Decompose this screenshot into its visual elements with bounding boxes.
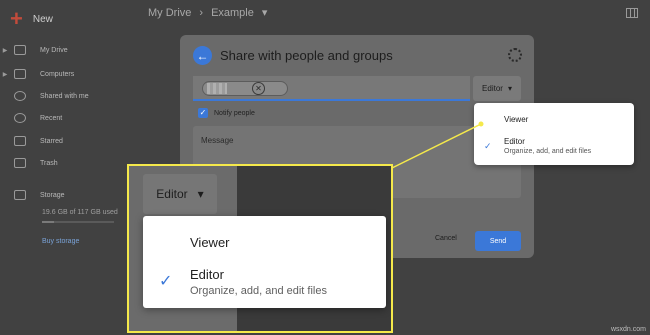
caret-right-icon[interactable]: ▶ bbox=[0, 47, 10, 54]
star-icon bbox=[14, 136, 26, 146]
message-placeholder: Message bbox=[201, 136, 234, 145]
zoom-role-label: Editor bbox=[156, 187, 188, 201]
gear-icon[interactable] bbox=[508, 48, 522, 62]
watermark: wsxdn.com bbox=[610, 326, 646, 333]
dialog-title: Share with people and groups bbox=[220, 48, 393, 63]
send-button[interactable]: Send bbox=[475, 231, 521, 251]
sidebar-item-starred[interactable]: Starred bbox=[0, 131, 130, 151]
sidebar-item-trash[interactable]: Trash bbox=[0, 153, 130, 173]
sidebar-item-label: Storage bbox=[40, 191, 65, 199]
check-icon: ✓ bbox=[484, 141, 492, 151]
zoom-role-menu: Viewer ✓ Editor Organize, add, and edit … bbox=[143, 216, 386, 308]
sidebar-item-label: Computers bbox=[40, 70, 75, 78]
blurred-avatar bbox=[207, 83, 227, 94]
cancel-button[interactable]: Cancel bbox=[435, 235, 457, 242]
checkbox-checked-icon[interactable]: ✓ bbox=[198, 108, 208, 118]
sidebar-item-label: Starred bbox=[40, 137, 63, 145]
sidebar-item-shared-with-me[interactable]: Shared with me bbox=[0, 86, 130, 106]
zoom-option-viewer[interactable]: Viewer bbox=[190, 235, 230, 250]
chevron-right-icon: › bbox=[199, 6, 204, 19]
trash-icon bbox=[14, 158, 26, 168]
notify-people-option[interactable]: ✓ Notify people bbox=[198, 108, 255, 118]
top-bar: + New My Drive › Example ▾ bbox=[0, 0, 650, 30]
new-button-label: New bbox=[32, 13, 53, 25]
buy-storage-link[interactable]: Buy storage bbox=[42, 238, 79, 245]
notify-label: Notify people bbox=[214, 109, 255, 117]
sidebar-item-label: My Drive bbox=[40, 46, 68, 54]
people-icon bbox=[14, 91, 26, 101]
role-dropdown[interactable]: Editor ▾ bbox=[473, 76, 521, 101]
sidebar-item-label: Shared with me bbox=[40, 92, 89, 100]
role-dropdown-label: Editor bbox=[482, 84, 503, 93]
grid-view-icon[interactable] bbox=[626, 8, 638, 18]
back-arrow-icon[interactable]: ← bbox=[193, 46, 212, 65]
role-option-editor-description: Organize, add, and edit files bbox=[504, 148, 592, 155]
recipient-chip[interactable]: ✕ bbox=[202, 81, 288, 96]
clock-icon bbox=[14, 113, 26, 123]
storage-icon bbox=[14, 190, 26, 200]
close-icon[interactable]: ✕ bbox=[252, 82, 265, 95]
caret-right-icon[interactable]: ▶ bbox=[0, 71, 10, 78]
storage-usage-fill bbox=[42, 221, 55, 223]
caret-down-icon: ▾ bbox=[507, 84, 512, 93]
sidebar-item-label: Trash bbox=[40, 159, 58, 167]
storage-usage-text: 19.6 GB of 117 GB used bbox=[42, 209, 118, 216]
sidebar-item-my-drive[interactable]: ▶ My Drive bbox=[0, 40, 130, 60]
caret-down-icon[interactable]: ▾ bbox=[262, 6, 268, 19]
zoom-option-editor[interactable]: Editor bbox=[190, 267, 224, 282]
role-menu: Viewer ✓ Editor Organize, add, and edit … bbox=[474, 103, 634, 165]
plus-icon: + bbox=[10, 6, 23, 31]
new-button[interactable]: + New bbox=[6, 6, 62, 32]
role-option-editor[interactable]: Editor bbox=[504, 137, 525, 146]
sidebar-item-recent[interactable]: Recent bbox=[0, 108, 130, 128]
sidebar-item-label: Recent bbox=[40, 114, 63, 122]
people-input[interactable]: ✕ bbox=[193, 76, 470, 101]
breadcrumb: My Drive › Example ▾ bbox=[148, 6, 268, 20]
breadcrumb-example[interactable]: Example bbox=[211, 7, 254, 19]
sidebar-item-storage[interactable]: Storage bbox=[0, 185, 130, 205]
storage-usage-bar bbox=[42, 221, 114, 223]
check-icon: ✓ bbox=[159, 273, 173, 290]
computer-icon bbox=[14, 69, 26, 79]
role-option-viewer[interactable]: Viewer bbox=[504, 115, 528, 124]
drive-icon bbox=[14, 45, 26, 55]
sidebar-item-computers[interactable]: ▶ Computers bbox=[0, 64, 130, 84]
zoom-callout: Editor ▾ Viewer ✓ Editor Organize, add, … bbox=[127, 164, 393, 333]
breadcrumb-my-drive[interactable]: My Drive bbox=[148, 7, 191, 19]
zoom-option-editor-description: Organize, add, and edit files bbox=[190, 285, 327, 297]
zoom-role-dropdown[interactable]: Editor ▾ bbox=[143, 174, 217, 214]
caret-down-icon: ▾ bbox=[197, 187, 204, 201]
